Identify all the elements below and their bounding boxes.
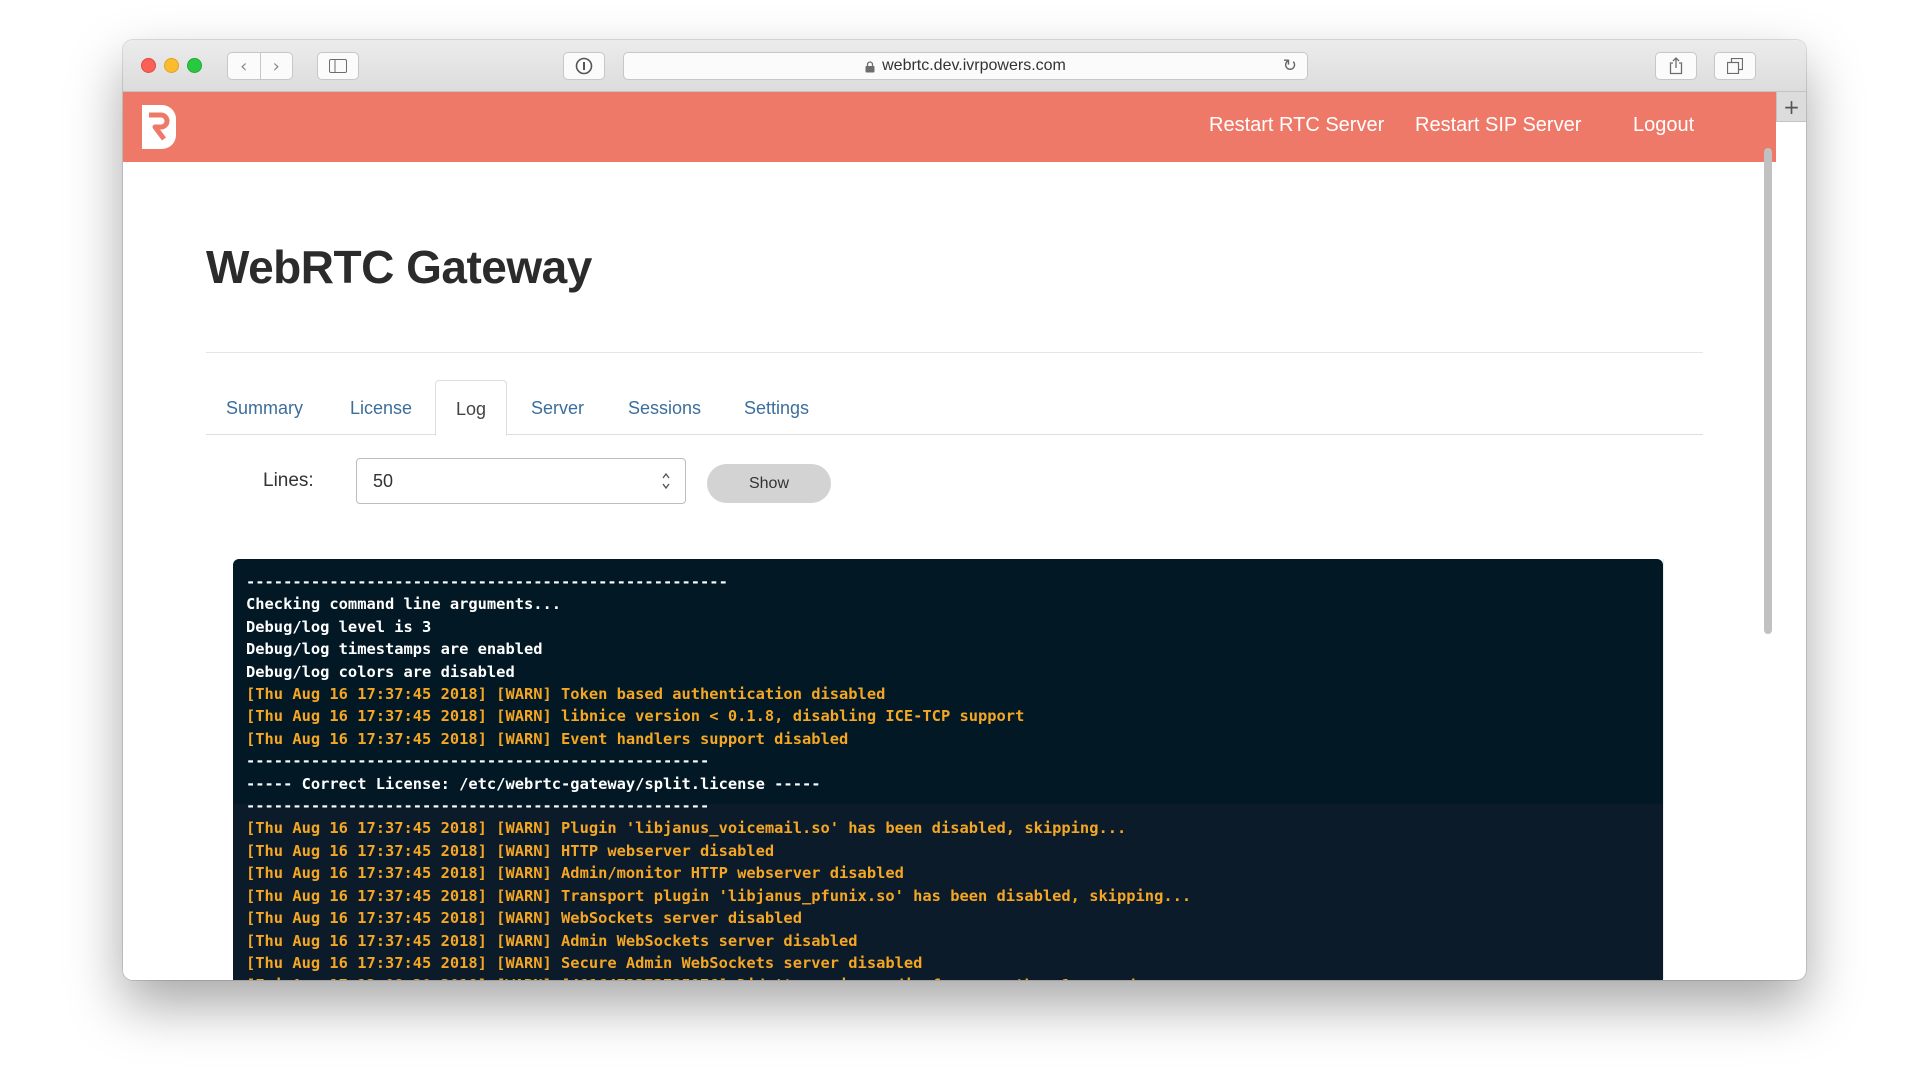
- tabs-overview-button[interactable]: [1714, 52, 1756, 80]
- tabs-icon: [1727, 58, 1743, 74]
- log-line: [Thu Aug 16 17:37:45 2018] [WARN] Token …: [246, 685, 886, 704]
- log-line: [Thu Aug 16 17:37:45 2018] [WARN] Admin …: [246, 931, 858, 950]
- history-nav: ‹ ›: [227, 52, 293, 80]
- lines-label: Lines:: [263, 470, 314, 491]
- sidebar-button[interactable]: [317, 52, 359, 80]
- browser-window: ‹ › webrtc.dev.ivrpowers.com ↻ + Restart…: [123, 40, 1806, 980]
- tab-bar: Summary License Log Server Sessions Sett…: [206, 380, 1703, 436]
- log-line: Debug/log colors are disabled: [246, 662, 515, 681]
- log-line: ----------------------------------------…: [246, 752, 710, 771]
- show-button[interactable]: Show: [707, 464, 831, 503]
- log-line: ----------------------------------------…: [246, 797, 710, 816]
- log-output[interactable]: ----------------------------------------…: [233, 559, 1663, 980]
- page-scrollbar[interactable]: [1764, 148, 1772, 634]
- restart-rtc-server-link[interactable]: Restart RTC Server: [1209, 114, 1384, 137]
- plus-icon[interactable]: +: [1776, 92, 1806, 122]
- minimize-window-button[interactable]: [164, 58, 179, 73]
- log-line: [Thu Aug 16 17:37:45 2018] [WARN] Secure…: [246, 953, 923, 972]
- lock-icon: [865, 61, 875, 73]
- app-header: Restart RTC Server Restart SIP Server Lo…: [123, 92, 1776, 162]
- url-text: webrtc.dev.ivrpowers.com: [882, 57, 1066, 74]
- log-line: [Thu Aug 16 17:37:45 2018] [WARN] Transp…: [246, 886, 1192, 905]
- title-divider: [206, 352, 1703, 353]
- browser-toolbar: ‹ › webrtc.dev.ivrpowers.com ↻: [123, 40, 1806, 92]
- log-line: ----------------------------------------…: [246, 573, 728, 591]
- tab-summary[interactable]: Summary: [226, 380, 303, 435]
- tab-server[interactable]: Server: [531, 380, 584, 435]
- lines-stepper[interactable]: [356, 458, 686, 504]
- tab-sessions[interactable]: Sessions: [628, 380, 701, 435]
- log-lines: ----------------------------------------…: [246, 571, 1191, 980]
- log-line: [Thu Aug 16 17:37:45 2018] [WARN] Plugin…: [246, 819, 1127, 838]
- sidebar-icon: [329, 59, 347, 73]
- share-button[interactable]: [1655, 52, 1697, 80]
- privacy-report-icon: [575, 57, 593, 75]
- page-title: WebRTC Gateway: [206, 241, 592, 293]
- log-line: ----- Correct License: /etc/webrtc-gatew…: [246, 774, 821, 793]
- logo-icon[interactable]: [138, 103, 178, 151]
- privacy-report-button[interactable]: [563, 52, 605, 80]
- reload-icon[interactable]: ↻: [1283, 56, 1297, 76]
- web-page: Restart RTC Server Restart SIP Server Lo…: [123, 92, 1776, 980]
- tab-settings[interactable]: Settings: [744, 380, 809, 435]
- zoom-window-button[interactable]: [187, 58, 202, 73]
- tab-license[interactable]: License: [350, 380, 412, 435]
- address-bar[interactable]: webrtc.dev.ivrpowers.com ↻: [623, 52, 1308, 80]
- chevron-right-icon[interactable]: ›: [261, 53, 293, 79]
- stepper-arrows-icon[interactable]: [661, 469, 671, 493]
- log-line: [Thu Aug 16 17:37:45 2018] [WARN] HTTP w…: [246, 841, 775, 860]
- log-line: Debug/log level is 3: [246, 617, 432, 636]
- restart-sip-server-link[interactable]: Restart SIP Server: [1415, 114, 1581, 137]
- log-line: [Thu Aug 16 17:37:45 2018] [WARN] Event …: [246, 729, 849, 748]
- logout-link[interactable]: Logout: [1633, 114, 1694, 137]
- lines-input[interactable]: [357, 459, 647, 503]
- log-line: [Thu Aug 16 17:37:45 2018] [WARN] WebSoc…: [246, 909, 802, 928]
- share-icon: [1669, 57, 1683, 75]
- log-scroll-edge: [1663, 559, 1681, 979]
- close-window-button[interactable]: [141, 58, 156, 73]
- log-line: Debug/log timestamps are enabled: [246, 640, 543, 659]
- log-line: [Thu Aug 16 17:37:45 2018] [WARN] Admin/…: [246, 864, 904, 883]
- tab-log[interactable]: Log: [435, 380, 508, 436]
- log-line: [Fri Aug 17 12:08:20 2018] [WARN] [48164…: [246, 974, 1191, 980]
- log-line: [Thu Aug 16 17:37:45 2018] [WARN] libnic…: [246, 707, 1025, 726]
- chevron-left-icon[interactable]: ‹: [228, 53, 261, 79]
- log-line: Checking command line arguments...: [246, 595, 562, 614]
